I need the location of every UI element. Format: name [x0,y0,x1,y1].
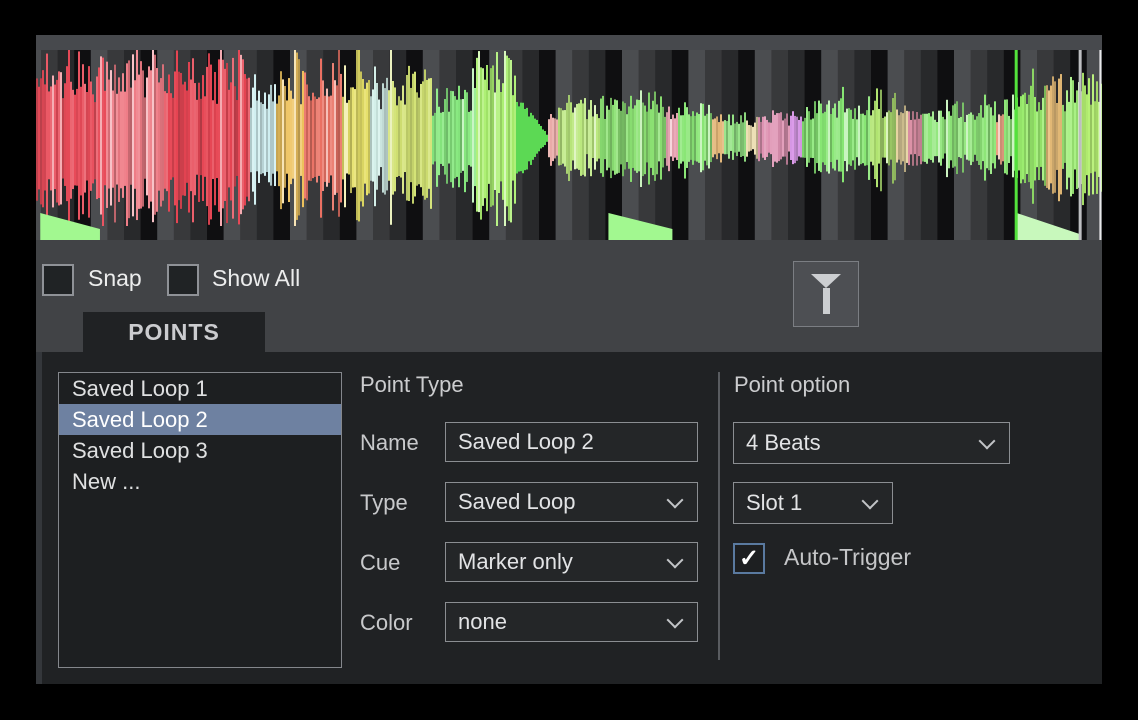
cue-select[interactable]: Marker only [445,542,698,582]
point-option-title: Point option [734,372,850,398]
checkmark-icon: ✓ [739,544,759,573]
type-select-value: Saved Loop [458,489,575,515]
cue-marker-filter-button[interactable] [793,261,859,327]
loop-start-line[interactable] [1015,50,1018,240]
cue-select-value: Marker only [458,549,573,575]
snap-label: Snap [88,263,142,293]
waveform-display[interactable] [36,50,1102,240]
chevron-down-icon [667,492,684,509]
chevron-down-icon [667,552,684,569]
waveform-header-strip [36,35,1102,50]
cue-label: Cue [360,550,400,576]
chevron-down-icon [862,493,879,510]
type-select[interactable]: Saved Loop [445,482,698,522]
chevron-down-icon [979,433,996,450]
slot-select[interactable]: Slot 1 [733,482,893,524]
name-label: Name [360,430,419,456]
funnel-icon [811,274,841,288]
name-input-value: Saved Loop 2 [458,429,594,455]
playhead-line[interactable] [1079,50,1082,240]
saved-points-list[interactable]: Saved Loop 1Saved Loop 2Saved Loop 3New … [58,372,342,668]
point-type-title: Point Type [360,372,464,398]
show-all-label: Show All [212,263,300,293]
list-item[interactable]: Saved Loop 1 [59,373,341,404]
show-all-checkbox[interactable] [167,264,199,296]
list-item[interactable]: Saved Loop 3 [59,435,341,466]
column-divider [718,372,720,660]
type-label: Type [360,490,408,516]
chevron-down-icon [667,612,684,629]
name-input[interactable]: Saved Loop 2 [445,422,698,462]
waveform-panel [36,35,1102,247]
funnel-icon-stem [823,288,830,314]
auto-trigger-checkbox[interactable]: ✓ [733,543,765,574]
list-item[interactable]: New ... [59,466,341,497]
color-label: Color [360,610,413,636]
color-select[interactable]: none [445,602,698,642]
auto-trigger-label: Auto-Trigger [784,544,911,571]
track-end-line[interactable] [1099,50,1101,240]
snap-checkbox[interactable] [42,264,74,296]
beats-select-value: 4 Beats [746,430,821,456]
color-select-value: none [458,609,507,635]
list-item[interactable]: Saved Loop 2 [59,404,341,435]
panel-left-strip [36,352,42,684]
beats-select[interactable]: 4 Beats [733,422,1010,464]
poi-editor-window: Snap Show All POINTS Saved Loop 1Saved L… [0,0,1138,720]
tab-points[interactable]: POINTS [83,312,265,352]
points-editor-panel: Saved Loop 1Saved Loop 2Saved Loop 3New … [36,352,1102,684]
control-bar: Snap Show All POINTS [36,247,1102,352]
slot-select-value: Slot 1 [746,490,802,516]
